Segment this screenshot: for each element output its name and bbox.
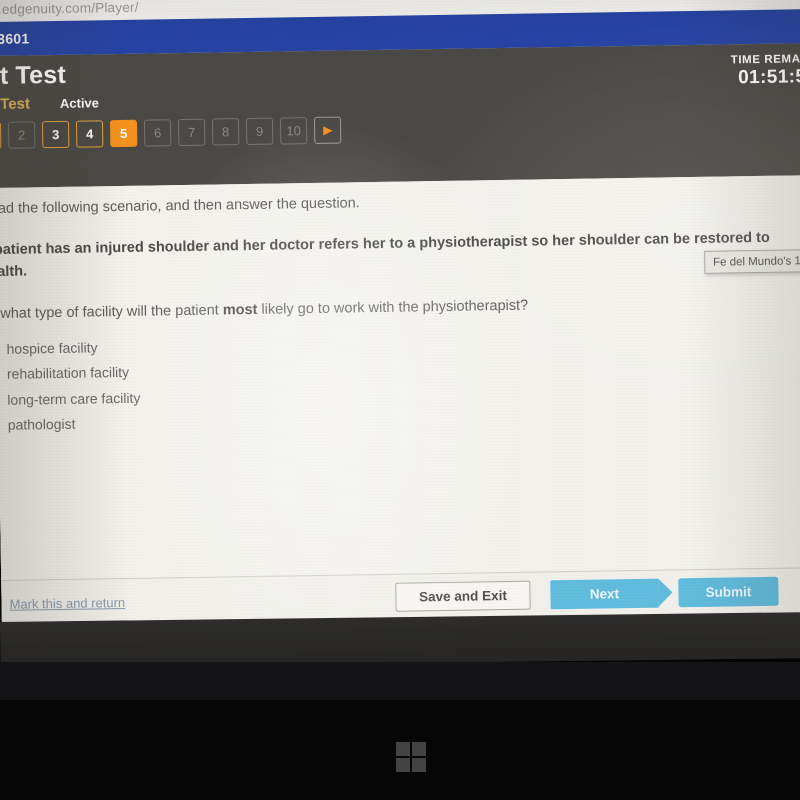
question-prompt-part1: To what type of facility will the patien… <box>0 302 223 323</box>
laptop-bezel <box>0 612 800 668</box>
answer-choice-label: long-term care facility <box>7 389 141 408</box>
browser-screen: n.edgenuity.com/Player/ EL3601 nit Test … <box>0 0 800 632</box>
pager-item-7[interactable]: 7 <box>177 118 206 147</box>
timer-label: TIME REMAINI <box>730 53 800 67</box>
pager-item-10[interactable]: 10 <box>279 117 308 145</box>
submit-button[interactable]: Submit <box>678 576 779 608</box>
answer-choice-label: pathologist <box>7 415 76 433</box>
next-button[interactable]: Next <box>550 578 659 610</box>
assessment-header: nit Test nit Test Active 12345678910▶ <box>0 42 800 189</box>
url-text: n.edgenuity.com/Player/ <box>0 0 139 17</box>
course-code-label: EL3601 <box>0 30 30 48</box>
pager-next-arrow-icon[interactable]: ▶ <box>313 116 342 144</box>
mark-this-and-return-link[interactable]: Mark this and return <box>9 595 125 612</box>
question-prompt-emphasis: most <box>222 301 258 319</box>
windows-logo-icon[interactable] <box>396 742 426 772</box>
question-prompt-part2: likely go to work with the physiotherapi… <box>257 297 529 318</box>
question-body: Read the following scenario, and then an… <box>0 174 800 581</box>
footer-button-row: Save and Exit Next Submit <box>395 576 779 612</box>
scenario-text: A patient has an injured shoulder and he… <box>0 229 770 281</box>
answer-choice-label: hospice facility <box>6 339 98 357</box>
instruction-text: Read the following scenario, and then an… <box>0 195 360 218</box>
pager-item-8[interactable]: 8 <box>211 118 240 146</box>
pager-item-5[interactable]: 5 <box>109 119 138 148</box>
pager-item-9[interactable]: 9 <box>245 117 274 146</box>
pager-item-6[interactable]: 6 <box>143 119 172 147</box>
question-pager[interactable]: 12345678910▶ <box>0 109 800 150</box>
pager-item-3[interactable]: 3 <box>41 120 70 149</box>
pager-item-4[interactable]: 4 <box>75 120 104 148</box>
answer-choices[interactable]: hospice facility rehabilitation facility l… <box>0 323 800 438</box>
pager-item-1[interactable]: 1 <box>0 121 2 150</box>
status-badge: Active <box>59 95 100 111</box>
timer: TIME REMAINI 01:51:54 <box>731 53 800 89</box>
timer-value: 01:51:54 <box>737 66 800 89</box>
answer-choice-label: rehabilitation facility <box>6 364 130 382</box>
pager-item-2[interactable]: 2 <box>7 121 36 149</box>
laptop-screen-photo: n.edgenuity.com/Player/ EL3601 nit Test … <box>0 0 800 800</box>
question-prompt: To what type of facility will the patien… <box>0 293 800 323</box>
popup-card-text: Fe del Mundo's 107th <box>712 254 800 269</box>
popup-card[interactable]: Fe del Mundo's 107th <box>703 248 800 274</box>
save-and-exit-button[interactable]: Save and Exit <box>395 580 531 612</box>
breadcrumb: nit Test <box>0 95 31 113</box>
